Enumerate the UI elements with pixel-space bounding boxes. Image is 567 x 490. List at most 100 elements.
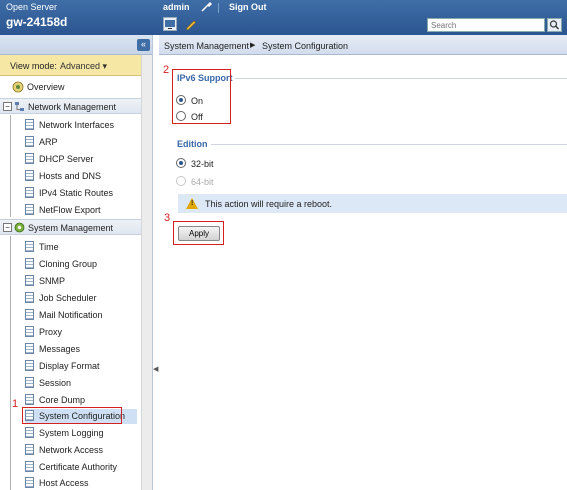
- sidebar-item-label: Hosts and DNS: [39, 171, 102, 181]
- annotation-box-2: [172, 69, 231, 124]
- section-title: Network Management: [28, 102, 117, 112]
- sidebar-item-core-dump[interactable]: Core Dump: [25, 393, 137, 408]
- breadcrumb-arrow-icon: ▶: [250, 42, 256, 49]
- annotation-number-2: 2: [163, 64, 170, 76]
- sidebar-item-snmp[interactable]: SNMP: [25, 274, 137, 289]
- sidebar-item-ipv4-static-routes[interactable]: IPv4 Static Routes: [25, 186, 137, 201]
- breadcrumb: System Management ▶ System Configuration: [159, 35, 567, 55]
- sidebar-item-label: NetFlow Export: [39, 205, 101, 215]
- fieldset-rule: [235, 78, 567, 79]
- document-icon: [25, 343, 34, 354]
- document-icon: [25, 377, 34, 388]
- tree-line: [10, 115, 11, 217]
- annotation-box-1: [22, 407, 122, 424]
- sidebar-item-label: DHCP Server: [39, 154, 94, 164]
- sidebar-toolbar: «: [0, 35, 152, 55]
- document-icon: [25, 309, 34, 320]
- document-icon: [25, 119, 34, 130]
- collapse-toggle-icon[interactable]: −: [3, 102, 12, 111]
- collapse-sidebar-icon[interactable]: «: [137, 39, 150, 51]
- network-icon: [15, 102, 24, 111]
- breadcrumb-parent[interactable]: System Management: [164, 41, 249, 51]
- collapse-toggle-icon[interactable]: −: [3, 223, 12, 232]
- sidebar-item-label: Overview: [27, 82, 65, 92]
- section-title: System Management: [28, 223, 114, 233]
- user-name: admin: [163, 2, 190, 12]
- sidebar-item-dhcp-server[interactable]: DHCP Server: [25, 152, 137, 167]
- hostname: gw-24158d: [6, 15, 68, 29]
- document-icon: [25, 241, 34, 252]
- sidebar-item-certificate-authority[interactable]: Certificate Authority: [25, 460, 137, 475]
- sidebar-item-mail-notification[interactable]: Mail Notification: [25, 308, 137, 323]
- sidebar-item-cloning-group[interactable]: Cloning Group: [25, 257, 137, 272]
- sidebar-item-label: Session: [39, 378, 72, 388]
- reboot-notice-text: This action will require a reboot.: [205, 199, 333, 209]
- fieldset-rule: [211, 144, 567, 145]
- document-icon: [25, 136, 34, 147]
- sidebar-item-label: IPv4 Static Routes: [39, 188, 114, 198]
- sidebar-item-network-access[interactable]: Network Access: [25, 443, 137, 458]
- server-label: Open Server: [6, 2, 58, 12]
- edition-64bit-label: 64-bit: [191, 177, 214, 187]
- document-icon: [25, 427, 34, 438]
- document-icon: [25, 292, 34, 303]
- sidebar-item-label: ARP: [39, 137, 58, 147]
- sidebar-item-label: Network Interfaces: [39, 120, 115, 130]
- sidebar-item-hosts-and-dns[interactable]: Hosts and DNS: [25, 169, 137, 184]
- warning-exclamation: !: [191, 200, 194, 207]
- document-icon: [25, 444, 34, 455]
- document-icon: [25, 461, 34, 472]
- edition-32bit-label[interactable]: 32-bit: [191, 159, 214, 169]
- view-mode-dropdown[interactable]: Advanced ▾: [60, 61, 107, 72]
- document-icon: [25, 204, 34, 215]
- sidebar-item-system-logging[interactable]: System Logging: [25, 426, 137, 441]
- sidebar-item-proxy[interactable]: Proxy: [25, 325, 137, 340]
- splitter-arrow-icon[interactable]: ◀: [153, 365, 158, 375]
- header-divider: [218, 3, 219, 13]
- document-icon: [25, 275, 34, 286]
- sidebar-section-network-management[interactable]: − Network Management: [0, 98, 141, 114]
- sidebar-item-messages[interactable]: Messages: [25, 342, 137, 357]
- edition-64bit-radio: [176, 176, 186, 186]
- sidebar-item-session[interactable]: Session: [25, 376, 137, 391]
- search-icon[interactable]: [547, 18, 562, 32]
- document-icon: [25, 477, 34, 488]
- sidebar-item-label: Proxy: [39, 327, 63, 337]
- document-icon: [25, 326, 34, 337]
- sidebar-item-arp[interactable]: ARP: [25, 135, 137, 150]
- sidebar-section-system-management[interactable]: − System Management: [0, 219, 141, 235]
- edition-32bit-radio[interactable]: [176, 158, 186, 168]
- sidebar-item-job-scheduler[interactable]: Job Scheduler: [25, 291, 137, 306]
- overview-icon: [12, 81, 24, 93]
- document-icon: [25, 170, 34, 181]
- sidebar-item-time[interactable]: Time: [25, 240, 137, 255]
- document-icon: [25, 187, 34, 198]
- document-icon: [25, 394, 34, 405]
- sign-out-link[interactable]: Sign Out: [229, 2, 267, 12]
- sidebar-item-label: Mail Notification: [39, 310, 103, 320]
- breadcrumb-current: System Configuration: [262, 41, 349, 51]
- reboot-notice: ! This action will require a reboot.: [178, 194, 567, 213]
- search-input[interactable]: [427, 18, 545, 32]
- sidebar-scrollbar[interactable]: [141, 55, 152, 490]
- wrench-icon[interactable]: [200, 1, 212, 13]
- sidebar-item-network-interfaces[interactable]: Network Interfaces: [25, 118, 137, 133]
- sidebar-item-label: Cloning Group: [39, 259, 98, 269]
- sidebar-item-label: SNMP: [39, 276, 66, 286]
- document-icon: [25, 258, 34, 269]
- screen-icon[interactable]: [163, 17, 177, 31]
- sidebar-item-netflow-export[interactable]: NetFlow Export: [25, 203, 137, 218]
- sidebar-item-label: Messages: [39, 344, 81, 354]
- view-mode-bar: View mode: Advanced ▾: [0, 55, 141, 76]
- system-management-icon: [14, 222, 25, 233]
- sidebar-item-label: Time: [39, 242, 59, 252]
- sidebar-item-display-format[interactable]: Display Format: [25, 359, 137, 374]
- edit-pencil-icon[interactable]: [184, 17, 198, 31]
- edition-legend: Edition: [177, 139, 208, 149]
- annotation-number-3: 3: [164, 212, 171, 224]
- sidebar-item-host-access[interactable]: Host Access: [25, 476, 137, 490]
- view-mode-label: View mode:: [10, 61, 57, 71]
- document-icon: [25, 360, 34, 371]
- annotation-number-1: 1: [12, 398, 19, 410]
- sidebar-item-label: System Logging: [39, 428, 104, 438]
